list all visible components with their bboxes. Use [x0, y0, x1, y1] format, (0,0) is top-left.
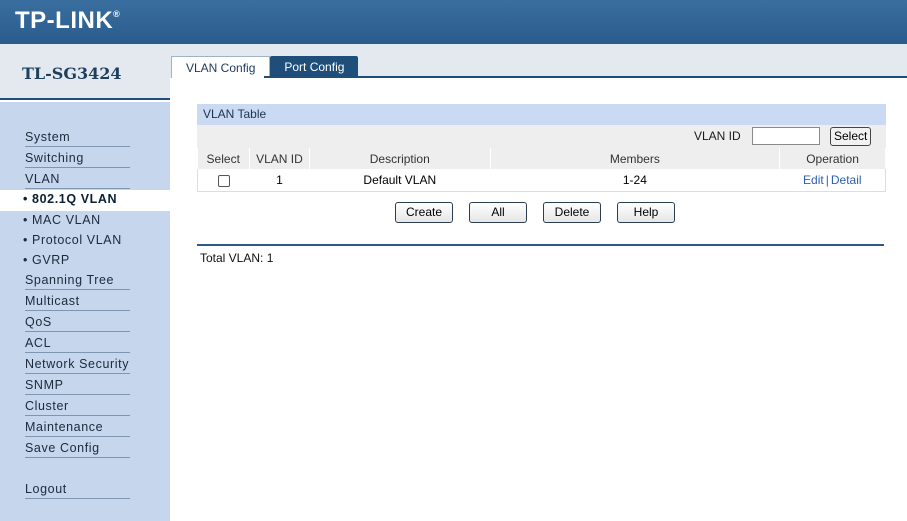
sidebar-subitem-mac-vlan[interactable]: • MAC VLAN — [23, 211, 101, 230]
sidebar-item-multicast[interactable]: Multicast — [25, 292, 130, 311]
column-header-description: Description — [309, 148, 491, 169]
sidebar-item-save-config[interactable]: Save Config — [25, 439, 130, 458]
sidebar-subitem-label: • 802.1Q VLAN — [23, 192, 118, 206]
table-header-row: Select VLAN ID Description Members Opera… — [197, 148, 886, 169]
sidebar-item-qos[interactable]: QoS — [25, 313, 130, 332]
sidebar-item-vlan[interactable]: VLAN — [25, 170, 130, 189]
vlan-table: Select VLAN ID Description Members Opera… — [197, 148, 886, 192]
top-header: TP-LINK® — [0, 0, 907, 44]
tab-underline — [264, 76, 907, 78]
section-divider — [197, 244, 884, 246]
select-button[interactable]: Select — [830, 127, 872, 146]
row-select-cell — [197, 169, 250, 192]
tab-bar: VLAN Config Port Config — [171, 56, 359, 78]
tab-port-config[interactable]: Port Config — [270, 56, 359, 78]
vlan-id-search-input[interactable] — [752, 127, 820, 145]
column-header-operation: Operation — [779, 148, 886, 169]
vlan-search-row: VLAN ID Select — [197, 125, 886, 148]
sidebar-subitem-8021q-vlan[interactable]: • 802.1Q VLAN — [0, 190, 170, 211]
sidebar-item-switching[interactable]: Switching — [25, 149, 130, 168]
edit-link[interactable]: Edit — [803, 173, 824, 187]
row-description: Default VLAN — [309, 169, 491, 192]
sidebar-item-system[interactable]: System — [25, 128, 130, 147]
sidebar-subitem-gvrp[interactable]: • GVRP — [23, 251, 70, 270]
create-button[interactable]: Create — [395, 202, 453, 223]
sidebar-item-snmp[interactable]: SNMP — [25, 376, 130, 395]
row-select-checkbox[interactable] — [217, 174, 230, 187]
delete-button[interactable]: Delete — [543, 202, 601, 223]
column-header-vlan-id: VLAN ID — [249, 148, 310, 169]
column-header-select: Select — [197, 148, 250, 169]
sidebar-item-network-security[interactable]: Network Security — [25, 355, 130, 374]
sidebar-item-spanning-tree[interactable]: Spanning Tree — [25, 271, 130, 290]
vlan-table-title: VLAN Table — [197, 104, 886, 125]
vlan-id-search-label: VLAN ID — [694, 129, 741, 143]
device-model: TL-SG3424 — [22, 64, 122, 83]
logo-text: TP-LINK — [15, 7, 114, 34]
sidebar-subitem-protocol-vlan[interactable]: • Protocol VLAN — [23, 231, 122, 250]
sidebar: System Switching VLAN • 802.1Q VLAN • MA… — [0, 102, 170, 521]
sidebar-item-acl[interactable]: ACL — [25, 334, 130, 353]
all-button[interactable]: All — [469, 202, 527, 223]
row-vlan-id: 1 — [249, 169, 310, 192]
row-operation: Edit | Detail — [779, 169, 886, 192]
detail-link[interactable]: Detail — [831, 173, 862, 187]
total-vlan-count: Total VLAN: 1 — [200, 251, 274, 265]
sidebar-item-maintenance[interactable]: Maintenance — [25, 418, 130, 437]
sidebar-item-cluster[interactable]: Cluster — [25, 397, 130, 416]
brand-logo: TP-LINK® — [15, 7, 120, 35]
operation-separator: | — [825, 172, 829, 187]
sidebar-item-logout[interactable]: Logout — [25, 480, 130, 499]
row-members: 1-24 — [490, 169, 780, 192]
table-row: 1 Default VLAN 1-24 Edit | Detail — [197, 169, 886, 192]
device-model-bar: TL-SG3424 — [0, 44, 170, 100]
column-header-members: Members — [490, 148, 781, 169]
registered-mark: ® — [113, 9, 121, 19]
tab-vlan-config[interactable]: VLAN Config — [171, 56, 271, 78]
help-button[interactable]: Help — [617, 202, 675, 223]
